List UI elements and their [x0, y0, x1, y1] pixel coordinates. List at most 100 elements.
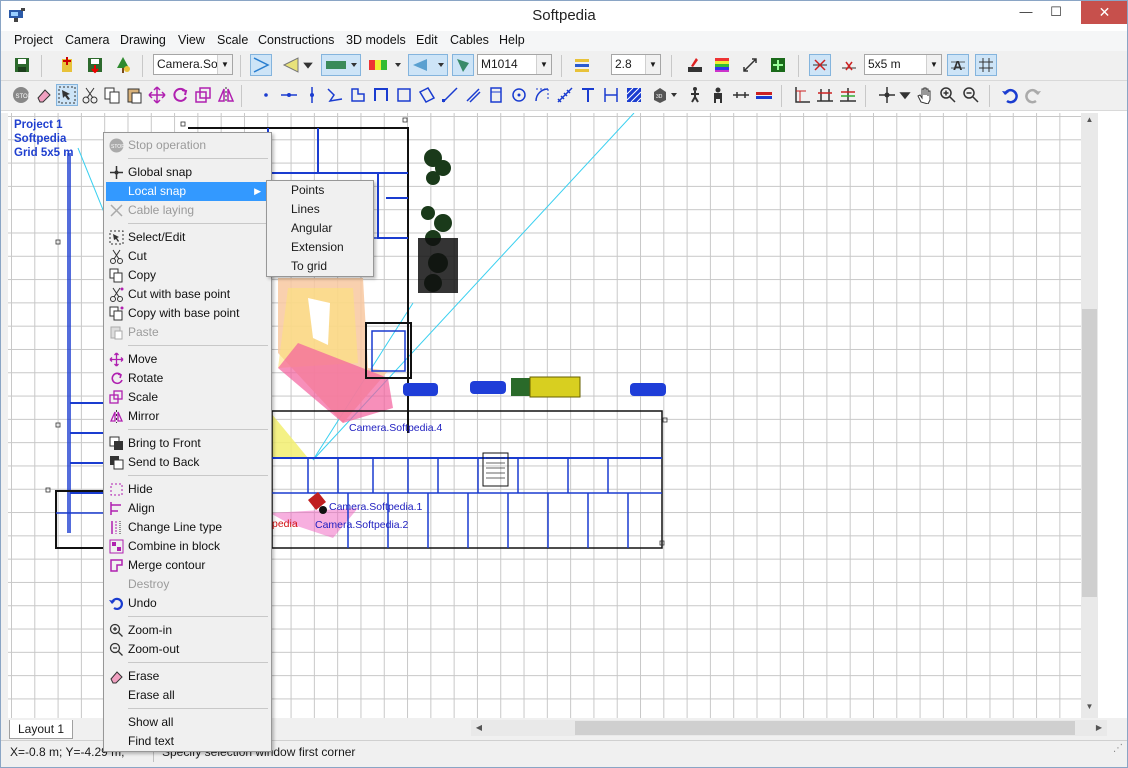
rotate-icon[interactable]: [169, 84, 191, 106]
menu-item-local-snap[interactable]: Local snap ▶: [106, 182, 269, 201]
vline-icon[interactable]: [301, 84, 323, 106]
polyline-icon[interactable]: [324, 84, 346, 106]
ruler-icon[interactable]: [838, 54, 860, 76]
point-icon[interactable]: [255, 84, 277, 106]
hatch-icon[interactable]: [623, 84, 645, 106]
menu-camera[interactable]: Camera: [65, 33, 109, 47]
menu-item-zoom-in[interactable]: Zoom-in: [106, 621, 269, 640]
stop-icon[interactable]: STOP: [10, 84, 32, 106]
double-line-icon[interactable]: [462, 84, 484, 106]
menu-edit[interactable]: Edit: [416, 33, 438, 47]
vertical-scrollbar[interactable]: ▲ ▼: [1081, 113, 1098, 718]
rotated-rect-icon[interactable]: [416, 84, 438, 106]
text-icon[interactable]: [577, 84, 599, 106]
menu-item-rotate[interactable]: Rotate: [106, 369, 269, 388]
menu-item-undo[interactable]: Undo: [106, 594, 269, 613]
scroll-right-icon[interactable]: ▶: [1091, 720, 1107, 736]
walk-icon[interactable]: [684, 84, 706, 106]
tab-layout-1[interactable]: Layout 1: [9, 720, 74, 739]
column-icon[interactable]: [485, 84, 507, 106]
save-icon[interactable]: [11, 54, 33, 76]
maximize-button[interactable]: ☐: [1039, 0, 1073, 24]
menu-item-send-to-back[interactable]: Send to Back: [106, 453, 269, 472]
scale-icon[interactable]: [192, 84, 214, 106]
scroll-thumb[interactable]: [575, 721, 1075, 735]
menu-help[interactable]: Help: [499, 33, 525, 47]
submenu-item-extension[interactable]: Extension: [291, 238, 344, 257]
menu-item-merge-contour[interactable]: Merge contour: [106, 556, 269, 575]
menu-item-change-line-type[interactable]: Change Line type: [106, 518, 269, 537]
resize-grip-icon[interactable]: ⋰: [1113, 743, 1123, 754]
camera-type-icon[interactable]: [321, 54, 361, 76]
menu-item-stop-operation[interactable]: STOP Stop operation: [106, 136, 269, 155]
menu-constructions[interactable]: Constructions: [258, 33, 334, 47]
menu-3d-models[interactable]: 3D models: [346, 33, 406, 47]
window-icon[interactable]: [753, 84, 775, 106]
camera-label[interactable]: Camera.Softpedia.1: [329, 501, 422, 513]
diagonal-icon[interactable]: [439, 84, 461, 106]
scroll-thumb[interactable]: [1082, 309, 1097, 597]
menu-item-zoom-out[interactable]: Zoom-out: [106, 640, 269, 659]
menu-item-scale[interactable]: Scale: [106, 388, 269, 407]
stairs-icon[interactable]: [554, 84, 576, 106]
fov-icon[interactable]: [280, 54, 302, 76]
door-icon[interactable]: [730, 84, 752, 106]
horizontal-scrollbar[interactable]: ◀ ▶: [471, 720, 1107, 736]
minimize-button[interactable]: —: [1009, 0, 1043, 24]
submenu-item-points[interactable]: Points: [291, 181, 324, 200]
scroll-up-icon[interactable]: ▲: [1081, 115, 1098, 129]
menu-item-paste[interactable]: Paste: [106, 323, 269, 342]
grid-icon[interactable]: [975, 54, 997, 76]
zoom-in-icon[interactable]: [937, 84, 959, 106]
submenu-item-to-grid[interactable]: To grid: [291, 257, 327, 276]
chevron-down-icon[interactable]: [302, 54, 314, 76]
lens-icon[interactable]: [408, 54, 448, 76]
people-icon[interactable]: [707, 84, 729, 106]
menu-item-hide[interactable]: Hide: [106, 480, 269, 499]
snap-icon[interactable]: [876, 84, 898, 106]
grid-size-select[interactable]: 5x5 m ▼: [864, 54, 942, 75]
level-icon[interactable]: [814, 84, 836, 106]
dimension-icon[interactable]: [809, 54, 831, 76]
menu-item-copy-with-base-point[interactable]: Copy with base point: [106, 304, 269, 323]
menu-item-cut-with-base-point[interactable]: Cut with base point: [106, 285, 269, 304]
scroll-down-icon[interactable]: ▼: [1081, 702, 1098, 716]
properties-icon[interactable]: [684, 54, 706, 76]
menu-item-cable-laying[interactable]: Cable laying: [106, 201, 269, 220]
3d-cube-icon[interactable]: 3D: [649, 84, 681, 106]
cut-icon[interactable]: [79, 84, 101, 106]
lens-select[interactable]: 2.8 ▼: [611, 54, 661, 75]
contour-icon[interactable]: [347, 84, 369, 106]
submenu-item-angular[interactable]: Angular: [291, 219, 332, 238]
camera-label[interactable]: pedia: [272, 518, 298, 530]
room-icon[interactable]: [393, 84, 415, 106]
menu-item-combine-in-block[interactable]: Combine in block: [106, 537, 269, 556]
view-3d-icon[interactable]: [739, 54, 761, 76]
zone-icon[interactable]: [452, 54, 474, 76]
eraser-icon[interactable]: [33, 84, 55, 106]
menu-item-mirror[interactable]: Mirror: [106, 407, 269, 426]
menu-item-global-snap[interactable]: Global snap: [106, 163, 269, 182]
dimension-line-icon[interactable]: [600, 84, 622, 106]
lens-list-icon[interactable]: [571, 54, 593, 76]
mirror-icon[interactable]: [215, 84, 237, 106]
axis-icon[interactable]: [791, 84, 813, 106]
camera-label[interactable]: Camera.Softpedia.4: [349, 422, 442, 434]
undo-icon[interactable]: [999, 84, 1021, 106]
camera-label[interactable]: Camera.Softpedia.2: [315, 519, 408, 531]
select-icon[interactable]: [56, 84, 78, 106]
scroll-left-icon[interactable]: ◀: [471, 720, 487, 736]
text-snap-icon[interactable]: A: [947, 54, 969, 76]
camera-select[interactable]: Camera.Softp ▼: [153, 54, 233, 75]
menu-item-bring-to-front[interactable]: Bring to Front: [106, 434, 269, 453]
move-icon[interactable]: [146, 84, 168, 106]
palette-icon[interactable]: [711, 54, 733, 76]
menu-drawing[interactable]: Drawing: [120, 33, 166, 47]
chevron-down-icon[interactable]: [898, 84, 912, 106]
import-floor-icon[interactable]: [84, 54, 106, 76]
monitor-icon[interactable]: [767, 54, 789, 76]
menu-item-cut[interactable]: Cut: [106, 247, 269, 266]
copy-icon[interactable]: [101, 84, 123, 106]
add-floor-icon[interactable]: [56, 54, 78, 76]
model-select[interactable]: M1014 ▼: [477, 54, 552, 75]
